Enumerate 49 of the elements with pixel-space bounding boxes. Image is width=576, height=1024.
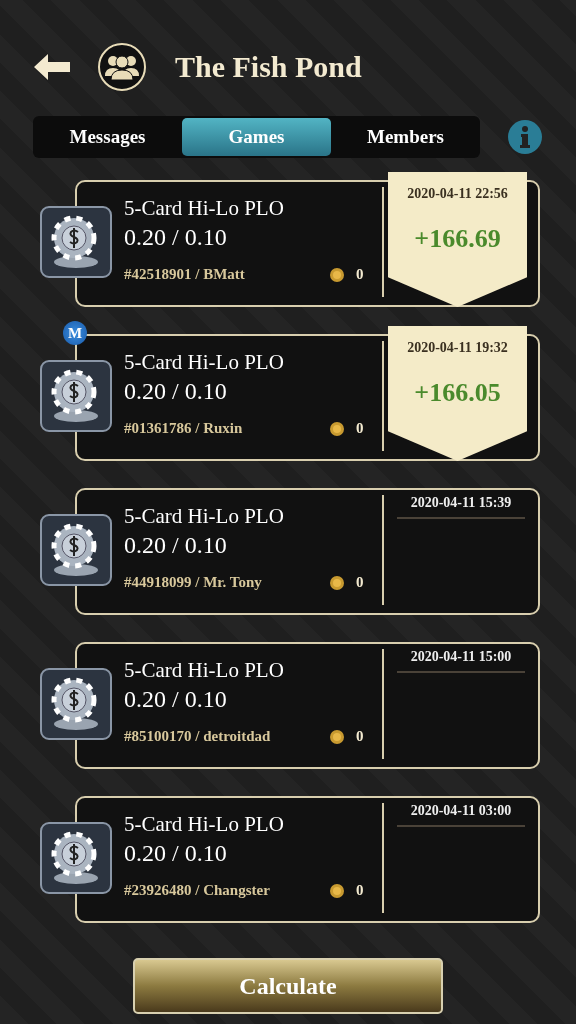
coin-count: 0 (356, 574, 364, 591)
table-id: #85100170 / detroitdad (124, 728, 272, 745)
game-title: 5-Card Hi-Lo PLO (124, 812, 285, 838)
coin-icon (330, 729, 344, 744)
coin-count: 0 (356, 266, 364, 283)
coin-count: 0 (356, 728, 364, 745)
group-icon (97, 42, 147, 92)
stakes: 0.20 / 0.10 (124, 686, 228, 714)
poker-chip-icon (40, 360, 112, 432)
coin-count: 0 (356, 420, 364, 437)
info-icon[interactable] (507, 119, 543, 155)
game-title: 5-Card Hi-Lo PLO (124, 504, 285, 530)
result-amount: +166.05 (414, 378, 501, 408)
stakes: 0.20 / 0.10 (124, 224, 228, 252)
game-title: 5-Card Hi-Lo PLO (124, 196, 285, 222)
stakes: 0.20 / 0.10 (124, 840, 228, 868)
coin-count: 0 (356, 882, 364, 899)
tab[interactable]: Messages (33, 118, 182, 156)
poker-chip-icon (40, 822, 112, 894)
coin-icon (330, 421, 344, 436)
back-arrow-icon[interactable] (34, 54, 70, 80)
poker-chip-icon (40, 206, 112, 278)
game-card[interactable]: 5-Card Hi-Lo PLO 0.20 / 0.10 #23926480 / Changster 0 2020-04-11 03:00 (75, 796, 540, 923)
game-date: 2020-04-11 15:39 (397, 495, 525, 519)
game-date: 2020-04-11 15:00 (397, 649, 525, 673)
game-card[interactable]: 5-Card Hi-Lo PLO 0.20 / 0.10 #85100170 / detroitdad 0 2020-04-11 15:00 (75, 642, 540, 769)
table-id: #44918099 / Mr. Tony (124, 574, 263, 591)
game-date: 2020-04-11 19:32 (407, 340, 508, 356)
coin-icon (330, 883, 344, 898)
game-date: 2020-04-11 22:56 (407, 186, 508, 202)
coin-icon (330, 267, 344, 282)
badge: M (63, 321, 87, 345)
table-id: #23926480 / Changster (124, 882, 271, 899)
result-amount: +166.69 (414, 224, 501, 254)
poker-chip-icon (40, 668, 112, 740)
game-title: 5-Card Hi-Lo PLO (124, 658, 285, 684)
table-id: #01361786 / Ruxin (124, 420, 244, 437)
game-date: 2020-04-11 03:00 (397, 803, 525, 827)
tab[interactable]: Games (182, 118, 331, 156)
calculate-button[interactable]: Calculate (133, 958, 443, 1014)
poker-chip-icon (40, 514, 112, 586)
group-title: The Fish Pond (175, 50, 362, 84)
stakes: 0.20 / 0.10 (124, 378, 228, 406)
coin-icon (330, 575, 344, 590)
table-id: #42518901 / BMatt (124, 266, 246, 283)
tab[interactable]: Members (331, 118, 480, 156)
stakes: 0.20 / 0.10 (124, 532, 228, 560)
game-card[interactable]: 5-Card Hi-Lo PLO 0.20 / 0.10 #44918099 / Mr. Tony 0 2020-04-11 15:39 (75, 488, 540, 615)
game-title: 5-Card Hi-Lo PLO (124, 350, 285, 376)
